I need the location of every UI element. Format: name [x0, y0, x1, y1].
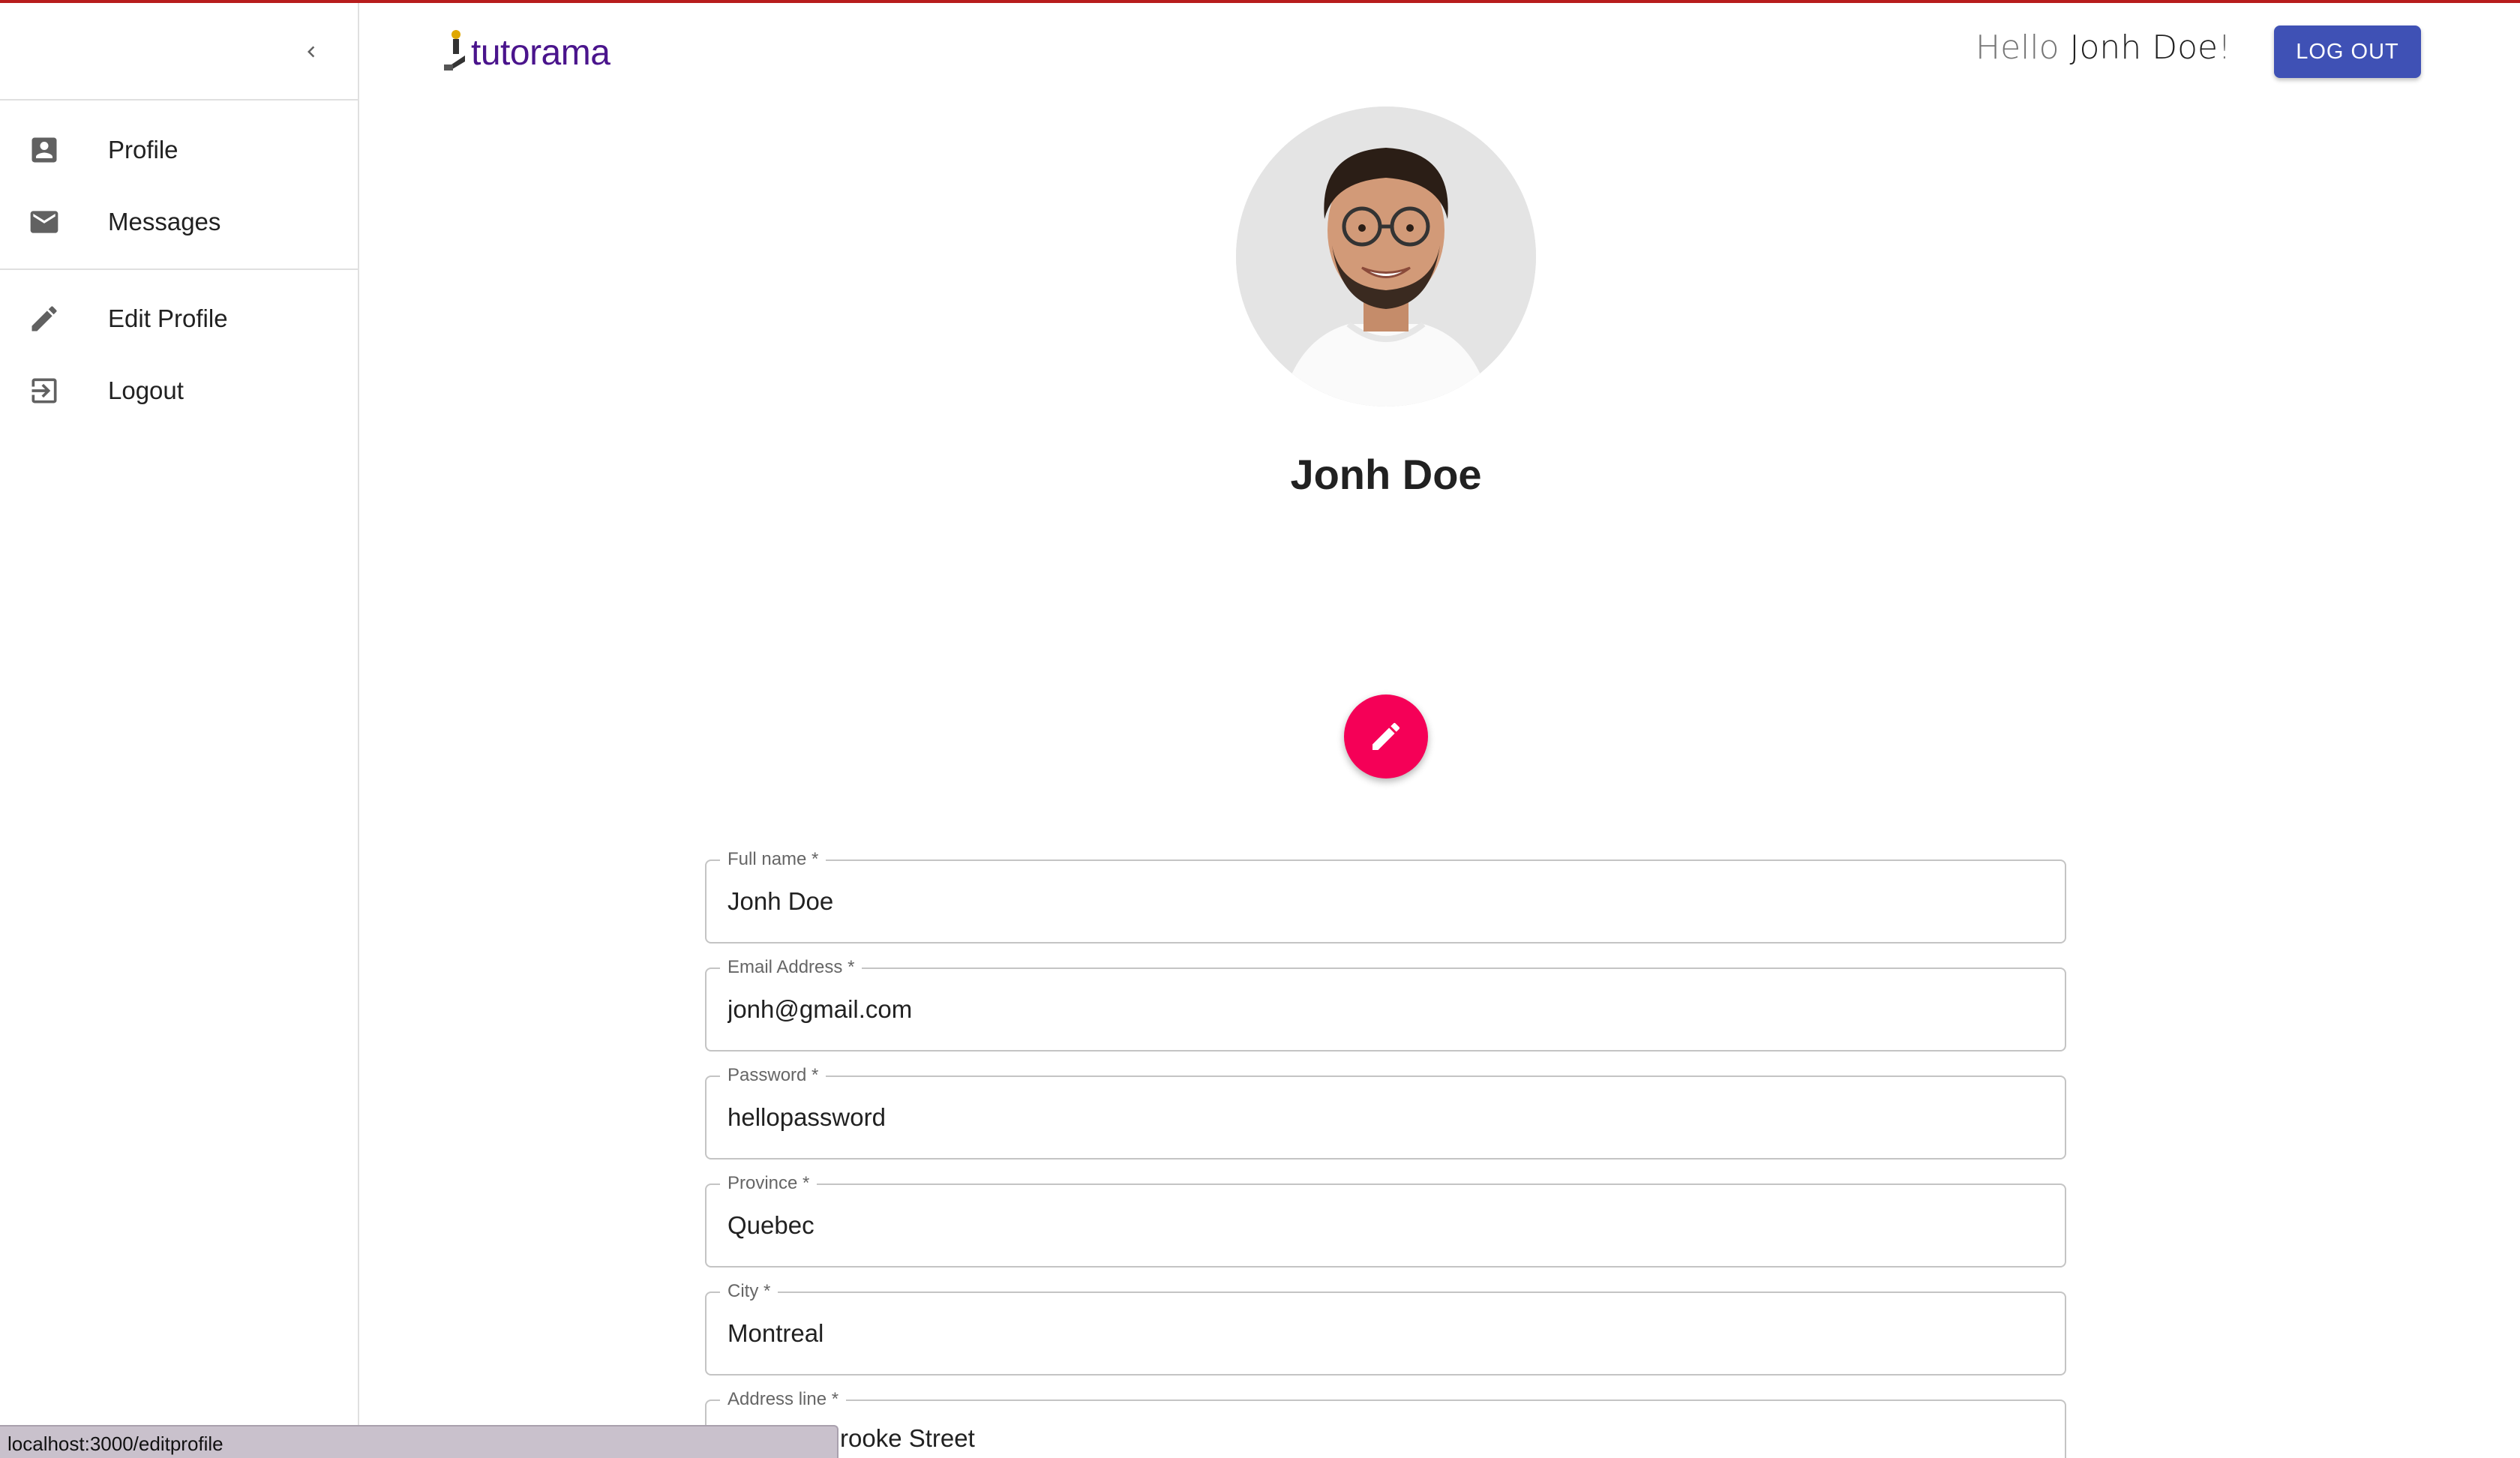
address-line-input[interactable] — [728, 1401, 2048, 1458]
password-input[interactable] — [728, 1077, 2048, 1158]
greeting: Hello Jonh Doe! — [1976, 28, 2231, 67]
email-input[interactable] — [728, 969, 2048, 1050]
full-name-field[interactable]: Full name * — [705, 849, 2066, 944]
email-field[interactable]: Email Address * — [705, 957, 2066, 1052]
province-field[interactable]: Province * — [705, 1173, 2066, 1268]
sidebar: Profile Messages Edit Profile Logout — [0, 3, 359, 1458]
sidebar-item-label: Messages — [108, 208, 221, 236]
greeting-prefix: Hello — [1976, 28, 2060, 67]
chevron-left-icon — [308, 46, 315, 58]
address-line-field[interactable]: Address line * — [705, 1389, 2066, 1458]
sidebar-divider — [0, 268, 358, 270]
sidebar-divider — [0, 99, 358, 100]
logo-text: tutorama — [471, 33, 610, 73]
app-logo[interactable]: tutorama — [441, 26, 610, 74]
sidebar-item-logout[interactable]: Logout — [0, 355, 358, 427]
link-status-bar: localhost:3000/editprofile — [0, 1425, 838, 1458]
account-box-icon — [26, 131, 63, 169]
password-field[interactable]: Password * — [705, 1065, 2066, 1160]
profile-name: Jonh Doe — [1290, 451, 1482, 498]
greeting-user-name: Jonh Doe — [2069, 28, 2218, 67]
sidebar-item-profile[interactable]: Profile — [0, 114, 358, 186]
mail-icon — [26, 203, 63, 241]
city-field[interactable]: City * — [705, 1281, 2066, 1376]
full-name-input[interactable] — [728, 861, 2048, 942]
city-input[interactable] — [728, 1293, 2048, 1374]
profile-photo — [1236, 106, 1536, 406]
top-accent-line — [0, 0, 2520, 3]
sidebar-item-messages[interactable]: Messages — [0, 186, 358, 258]
sidebar-item-label: Logout — [108, 376, 184, 404]
pencil-icon — [1372, 722, 1400, 750]
sidebar-item-label: Profile — [108, 136, 178, 164]
tutor-logo-icon — [444, 30, 465, 70]
edit-profile-fab[interactable] — [1344, 694, 1428, 778]
pencil-icon — [26, 300, 63, 338]
collapse-sidebar-button[interactable] — [292, 33, 330, 70]
exit-icon — [26, 372, 63, 410]
sidebar-item-edit-profile[interactable]: Edit Profile — [0, 283, 358, 355]
province-input[interactable] — [728, 1185, 2048, 1266]
avatar — [1236, 106, 1536, 406]
sidebar-item-label: Edit Profile — [108, 304, 228, 332]
greeting-suffix: ! — [2218, 28, 2231, 67]
logout-button[interactable]: LOG OUT — [2274, 26, 2421, 78]
